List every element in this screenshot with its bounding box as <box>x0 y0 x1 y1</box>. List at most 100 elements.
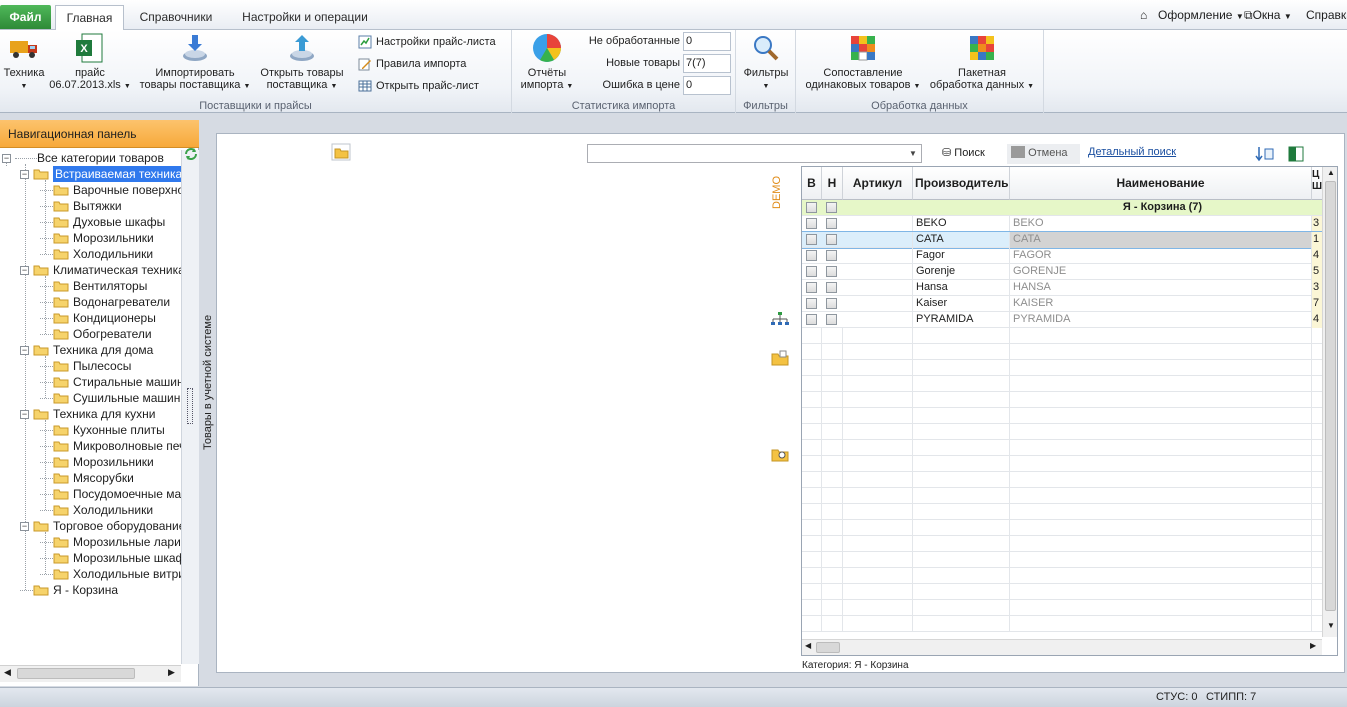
collapse-icon[interactable]: − <box>20 521 29 531</box>
nav-horizontal-scrollbar[interactable]: ◀ ▶ <box>0 665 181 682</box>
side-strip[interactable]: Товары в учетной системе <box>201 120 216 686</box>
batch-processing-button[interactable]: Пакетная обработка данных ▼ <box>928 32 1036 93</box>
filters-button[interactable]: Фильтры ▼ <box>740 32 792 93</box>
price-file-button[interactable]: X прайс 06.07.2013.xls ▼ <box>48 32 132 93</box>
match-goods-button[interactable]: Сопоставление одинаковых товаров ▼ <box>802 32 924 93</box>
tree-subcategory[interactable]: Морозильники <box>40 454 154 470</box>
scroll-thumb[interactable] <box>17 668 135 679</box>
tree-category[interactable]: − Техника для кухни <box>20 406 155 422</box>
table-row[interactable]: Kaiser KAISER 7 <box>802 296 1324 312</box>
table-row[interactable]: PYRAMIDA PYRAMIDA 4 <box>802 312 1324 328</box>
tree-subcategory[interactable]: Варочные поверхности <box>40 182 181 198</box>
tree-subcategory[interactable]: Обогреватели <box>40 326 152 342</box>
row-checkbox-n[interactable] <box>826 234 837 245</box>
grid-horizontal-scrollbar[interactable]: ◀ ▶ <box>802 639 1322 655</box>
row-checkbox-v[interactable] <box>806 250 817 261</box>
scroll-right-icon[interactable]: ▶ <box>1310 641 1316 650</box>
row-checkbox-v[interactable] <box>806 202 817 213</box>
tree-subcategory[interactable]: Мясорубки <box>40 470 134 486</box>
tree-subcategory[interactable]: Холодильные витрины <box>40 566 181 582</box>
search-button[interactable]: ⛁ Поиск <box>942 146 985 159</box>
row-checkbox-v[interactable] <box>806 234 817 245</box>
row-checkbox-n[interactable] <box>826 266 837 277</box>
grid-hscroll-thumb[interactable] <box>816 642 840 653</box>
tree-subcategory[interactable]: Холодильники <box>40 502 153 518</box>
group-row[interactable]: Я - Корзина (7) <box>802 200 1322 216</box>
help-menu[interactable]: Справка <box>1306 8 1347 22</box>
row-checkbox-v[interactable] <box>806 314 817 325</box>
tree-subcategory[interactable]: Холодильники <box>40 246 153 262</box>
scroll-left-icon[interactable]: ◀ <box>805 641 811 650</box>
hierarchy-icon[interactable] <box>770 310 790 328</box>
tree-subcategory[interactable]: Вытяжки <box>40 198 122 214</box>
grid-scroll-thumb[interactable] <box>1325 181 1336 611</box>
tree-subcategory[interactable]: Сушильные машины <box>40 390 181 406</box>
scroll-left-icon[interactable]: ◀ <box>4 667 11 678</box>
tree-subcategory[interactable]: Морозильники <box>40 230 154 246</box>
tree-category[interactable]: − Техника для дома <box>20 342 153 358</box>
tree-subcategory[interactable]: Вентиляторы <box>40 278 147 294</box>
collapse-icon[interactable]: − <box>20 409 29 419</box>
import-supplier-goods-button[interactable]: Импортировать товары поставщика ▼ <box>136 32 254 93</box>
tab-references[interactable]: Справочники <box>129 5 223 30</box>
table-row[interactable]: Fagor FAGOR 4 <box>802 248 1324 264</box>
nav-splitter[interactable] <box>181 148 199 664</box>
collapse-icon[interactable]: − <box>2 153 11 163</box>
search-combo[interactable]: ▼ <box>587 144 922 163</box>
tree-subcategory[interactable]: Морозильные шкафы <box>40 550 181 566</box>
tree-subcategory[interactable]: Духовые шкафы <box>40 214 165 230</box>
table-row[interactable]: Hansa HANSA 3 <box>802 280 1324 296</box>
row-checkbox-n[interactable] <box>826 202 837 213</box>
col-header-name[interactable]: Наименование <box>1010 167 1312 200</box>
tree-subcategory[interactable]: Микроволновые печи <box>40 438 181 454</box>
row-checkbox-n[interactable] <box>826 298 837 309</box>
refresh-icon[interactable] <box>182 146 200 162</box>
row-checkbox-n[interactable] <box>826 250 837 261</box>
price-list-settings-button[interactable]: Настройки прайс-листа <box>358 32 496 52</box>
col-header-article[interactable]: Артикул <box>843 167 913 200</box>
import-reports-button[interactable]: Отчёты импорта ▼ <box>516 32 578 93</box>
collapse-icon[interactable]: − <box>20 345 29 355</box>
collapse-icon[interactable]: − <box>20 169 29 179</box>
chevron-down-icon[interactable]: ▼ <box>905 145 921 162</box>
row-checkbox-v[interactable] <box>806 266 817 277</box>
sort-icon[interactable] <box>1255 145 1275 163</box>
collapse-icon[interactable]: − <box>20 265 29 275</box>
collapse-ribbon-icon[interactable]: ⌂ <box>1140 8 1147 22</box>
import-rules-button[interactable]: Правила импорта <box>358 54 466 74</box>
scroll-right-icon[interactable]: ▶ <box>168 667 175 678</box>
folder-add-icon[interactable] <box>770 349 790 367</box>
col-header-manufacturer[interactable]: Производитель <box>913 167 1010 200</box>
scroll-up-icon[interactable]: ▲ <box>1327 168 1335 177</box>
col-header-n[interactable]: Н <box>822 167 843 200</box>
tree-subcategory[interactable]: Стиральные машины <box>40 374 181 390</box>
open-price-list-button[interactable]: Открыть прайс-лист <box>358 76 479 96</box>
splitter-grip[interactable] <box>187 388 193 424</box>
tree-subcategory[interactable]: Пылесосы <box>40 358 131 374</box>
tree-subcategory[interactable]: Морозильные лари <box>40 534 181 550</box>
tree-subcategory[interactable]: Водонагреватели <box>40 294 170 310</box>
col-header-v[interactable]: В <box>802 167 822 200</box>
export-excel-icon[interactable] <box>1287 145 1307 163</box>
cancel-button[interactable]: Отмена <box>1007 144 1080 164</box>
row-checkbox-n[interactable] <box>826 282 837 293</box>
design-menu[interactable]: Оформление ▼ <box>1158 8 1244 22</box>
tab-settings-operations[interactable]: Настройки и операции <box>232 5 378 30</box>
table-row[interactable]: BEKO BEKO 3 <box>802 216 1324 232</box>
tree-category[interactable]: Я - Корзина <box>20 582 118 598</box>
row-checkbox-n[interactable] <box>826 314 837 325</box>
tab-home[interactable]: Главная <box>55 5 124 30</box>
grid-vertical-scrollbar[interactable]: ▲ ▼ <box>1322 167 1337 637</box>
tree-root[interactable]: − Все категории товаров <box>2 150 164 166</box>
row-checkbox-v[interactable] <box>806 282 817 293</box>
row-checkbox-v[interactable] <box>806 218 817 229</box>
folder-open-icon[interactable] <box>331 143 351 161</box>
tree-subcategory[interactable]: Посудомоечные машины <box>40 486 181 502</box>
detailed-search-link[interactable]: Детальный поиск <box>1088 146 1176 158</box>
folder-search-icon[interactable] <box>770 445 790 463</box>
open-supplier-goods-button[interactable]: Открыть товары поставщика ▼ <box>256 32 348 93</box>
file-tab[interactable]: Файл <box>0 5 51 29</box>
row-checkbox-v[interactable] <box>806 298 817 309</box>
windows-menu[interactable]: ⧉Окна ▼ <box>1244 8 1292 23</box>
tech-button[interactable]: Техника ▼ <box>0 32 48 93</box>
